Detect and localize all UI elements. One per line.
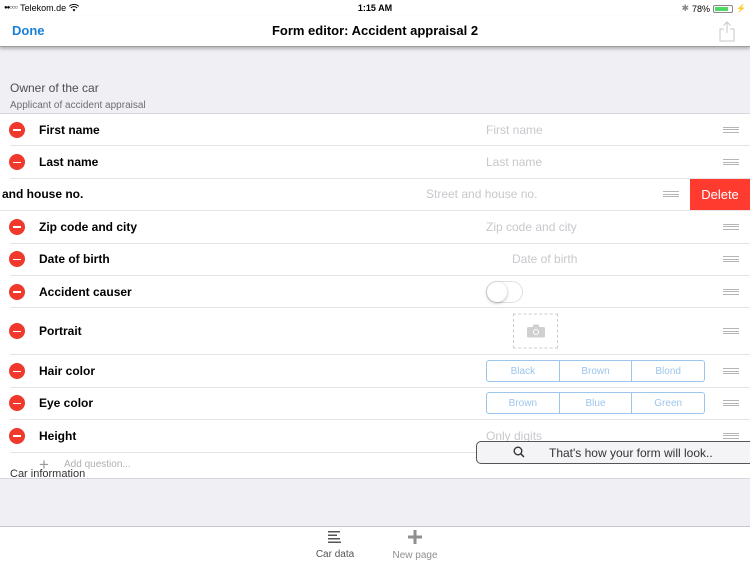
delete-minus-icon[interactable] xyxy=(9,323,25,340)
search-icon xyxy=(513,446,525,458)
text-field-placeholder[interactable]: Last name xyxy=(486,155,542,169)
battery-percent: 78% xyxy=(692,3,711,14)
question-label: Zip code and city xyxy=(39,219,138,234)
reorder-handle-icon[interactable] xyxy=(723,256,739,263)
question-row-portrait: Portrait xyxy=(9,308,750,356)
charging-icon: ⚡ xyxy=(736,4,746,13)
segmented-control: Black Brown Blond xyxy=(486,360,705,383)
toggle-knob xyxy=(487,281,507,302)
status-right: ✱ 78% ⚡ xyxy=(681,3,746,14)
delete-minus-icon[interactable] xyxy=(9,251,25,268)
delete-button[interactable]: Delete xyxy=(690,178,750,211)
page-title: Form editor: Accident appraisal 2 xyxy=(271,23,479,38)
segment-option[interactable]: Green xyxy=(632,393,704,413)
question-row-street: et and house no. Street and house no. De… xyxy=(0,178,750,212)
preview-text: That's how your form will look.. xyxy=(549,446,713,460)
reorder-handle-icon[interactable] xyxy=(663,191,679,198)
reorder-handle-icon[interactable] xyxy=(723,432,739,439)
delete-minus-icon[interactable] xyxy=(9,121,25,138)
photo-placeholder[interactable] xyxy=(513,313,558,349)
reorder-handle-icon[interactable] xyxy=(723,400,739,407)
delete-minus-icon[interactable] xyxy=(9,363,25,380)
segment-option[interactable]: Black xyxy=(487,361,560,382)
preview-bar[interactable]: That's how your form will look.. xyxy=(476,441,750,464)
question-label: Accident causer xyxy=(39,284,132,299)
question-row-zip-city: Zip code and city Zip code and city xyxy=(9,211,750,244)
date-field-placeholder[interactable]: Date of birth xyxy=(512,252,577,266)
question-label: et and house no. xyxy=(0,187,84,202)
question-label: First name xyxy=(39,122,100,137)
segmented-control: Brown Blue Green xyxy=(486,392,705,415)
reorder-handle-icon[interactable] xyxy=(723,288,739,295)
delete-minus-icon[interactable] xyxy=(9,283,25,300)
text-field-placeholder[interactable]: First name xyxy=(486,123,543,137)
question-list: First name First name Last name Last nam… xyxy=(0,113,750,479)
delete-minus-icon[interactable] xyxy=(9,154,25,171)
question-label: Hair color xyxy=(39,364,96,379)
tab-label: New page xyxy=(392,550,438,561)
reorder-handle-icon[interactable] xyxy=(723,328,739,335)
navigation-bar: Done Form editor: Accident appraisal 2 xyxy=(0,16,750,47)
question-label: Last name xyxy=(39,155,99,170)
delete-minus-icon[interactable] xyxy=(9,218,25,235)
reorder-handle-icon[interactable] xyxy=(723,159,739,166)
question-row-eye-color: Eye color Brown Blue Green xyxy=(9,388,750,421)
list-icon xyxy=(328,531,341,543)
share-icon[interactable] xyxy=(718,20,736,42)
segment-option[interactable]: Blue xyxy=(560,393,633,414)
question-label: Portrait xyxy=(39,324,82,339)
question-row-accident-causer: Accident causer xyxy=(9,276,750,309)
segment-option[interactable]: Blond xyxy=(632,361,704,381)
question-label: Height xyxy=(39,428,77,443)
status-bar: ●●○○○ Telekom.de 1:15 AM ✱ 78% ⚡ xyxy=(0,0,750,16)
tab-bar: Car data New page xyxy=(0,526,750,563)
segment-option[interactable]: Brown xyxy=(487,393,560,414)
question-row-hair-color: Hair color Black Brown Blond xyxy=(9,355,750,388)
question-row-first-name: First name First name xyxy=(9,114,750,147)
bluetooth-icon: ✱ xyxy=(681,3,690,13)
tab-label: Car data xyxy=(315,549,355,560)
clock: 1:15 AM xyxy=(357,3,393,13)
question-label: Eye color xyxy=(39,396,94,411)
battery-fill xyxy=(715,6,728,11)
delete-minus-icon[interactable] xyxy=(9,395,25,412)
tab-car-data[interactable]: Car data xyxy=(305,530,365,560)
section-subtitle: Applicant of accident appraisal xyxy=(10,100,146,111)
camera-icon xyxy=(526,324,545,338)
tab-new-page[interactable]: New page xyxy=(385,530,445,561)
text-field-placeholder[interactable]: Zip code and city xyxy=(486,220,577,234)
reorder-handle-icon[interactable] xyxy=(723,368,739,375)
question-row-last-name: Last name Last name xyxy=(9,146,750,179)
toggle-switch[interactable] xyxy=(486,280,523,303)
question-row-date-of-birth: Date of birth Date of birth xyxy=(9,244,750,276)
plus-icon xyxy=(408,530,422,544)
delete-minus-icon[interactable] xyxy=(9,427,25,444)
battery-icon xyxy=(713,4,734,13)
next-section-title: Car information xyxy=(10,468,86,480)
question-label: Date of birth xyxy=(39,252,110,267)
segment-option[interactable]: Brown xyxy=(560,361,633,382)
text-field-placeholder[interactable]: Street and house no. xyxy=(426,187,537,201)
reorder-handle-icon[interactable] xyxy=(723,223,739,230)
section-title: Owner of the car xyxy=(10,81,99,95)
reorder-handle-icon[interactable] xyxy=(723,126,739,133)
